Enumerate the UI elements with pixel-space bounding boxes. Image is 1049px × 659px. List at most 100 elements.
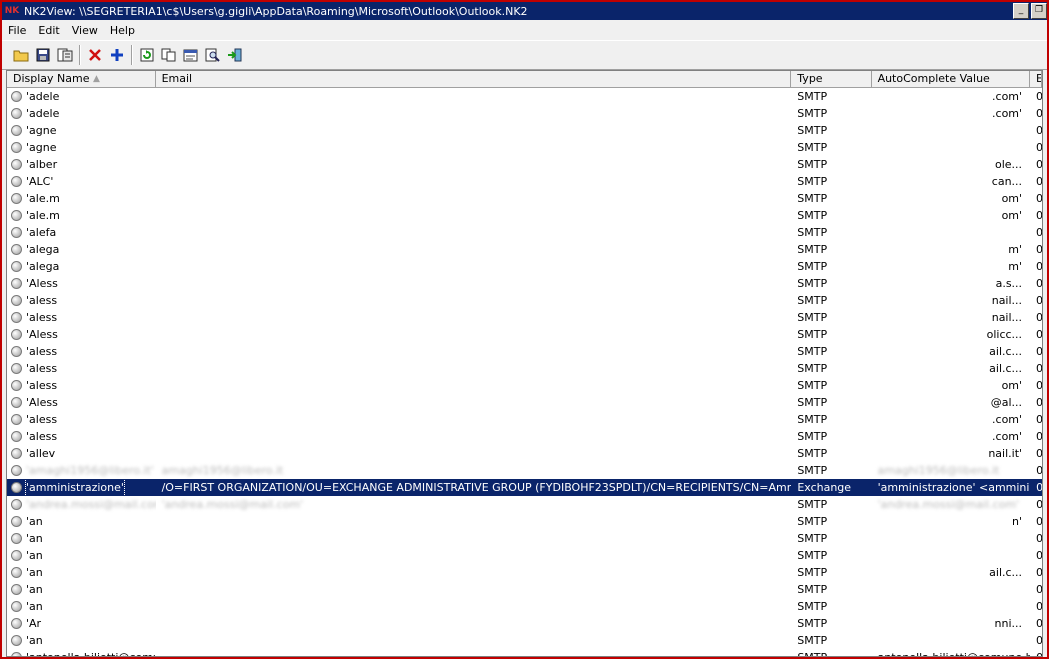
minimize-button[interactable]: _	[1013, 3, 1029, 19]
menu-file[interactable]: File	[2, 24, 32, 37]
table-row[interactable]: 'andrea.mossi@mail.com' 'andrea.mossi@mai…	[7, 496, 1042, 513]
properties-icon[interactable]	[180, 44, 202, 66]
display-name-text: 'ALC'	[26, 175, 54, 188]
extra-cell: 0	[1030, 530, 1042, 547]
table-row[interactable]: 'adele SMTP .com' 0	[7, 88, 1042, 105]
restore-button[interactable]: ❐	[1031, 3, 1047, 19]
type-cell: SMTP	[797, 311, 828, 324]
table-row[interactable]: 'ALC' SMTP can... 0	[7, 173, 1042, 190]
table-row[interactable]: 'ale.m SMTP om' 0	[7, 207, 1042, 224]
table-row[interactable]: 'an SMTP 0	[7, 581, 1042, 598]
email-cell	[156, 292, 792, 309]
table-row[interactable]: 'an SMTP n' 0	[7, 513, 1042, 530]
table-row[interactable]: 'alega SMTP m' 0	[7, 258, 1042, 275]
find-icon[interactable]	[202, 44, 224, 66]
table-row[interactable]: 'Aless SMTP @al... 0	[7, 394, 1042, 411]
table-row[interactable]: 'Aless SMTP olicc... 0	[7, 326, 1042, 343]
display-name-text: 'agne	[26, 141, 57, 154]
toolbar-separator	[131, 45, 133, 65]
extra-cell: 0	[1030, 428, 1042, 445]
autocomplete-cell	[872, 530, 1031, 547]
table-row[interactable]: 'Aless SMTP a.s... 0	[7, 275, 1042, 292]
display-name-cell: 'alega	[7, 241, 156, 258]
display-name-text: 'antonella.biliotti@comu	[26, 649, 156, 656]
type-cell: SMTP	[797, 379, 828, 392]
add-icon[interactable]	[106, 44, 128, 66]
column-header-extra[interactable]: E	[1030, 71, 1042, 87]
menu-view[interactable]: View	[66, 24, 104, 37]
exit-icon[interactable]	[224, 44, 246, 66]
display-name-cell: 'Aless	[7, 275, 156, 292]
table-row[interactable]: 'agne SMTP 0	[7, 122, 1042, 139]
table-row[interactable]: 'an SMTP 0	[7, 598, 1042, 615]
column-header-autocomplete[interactable]: AutoComplete Value	[872, 71, 1031, 87]
column-header-display-name[interactable]: Display Name ▲	[7, 71, 156, 87]
column-header-type[interactable]: Type	[791, 71, 872, 87]
table-row[interactable]: 'amministrazione' /O=FIRST ORGANIZATION/O…	[7, 479, 1042, 496]
table-row[interactable]: 'allev SMTP nail.it' 0	[7, 445, 1042, 462]
list-header: Display Name ▲ Email Type AutoComplete V…	[7, 71, 1042, 88]
table-row[interactable]: 'aless SMTP .com' 0	[7, 411, 1042, 428]
table-row[interactable]: 'alega SMTP m' 0	[7, 241, 1042, 258]
table-row[interactable]: 'amaghi1956@libero.it' amaghi1956@libero.…	[7, 462, 1042, 479]
email-cell	[156, 428, 792, 445]
contact-status-icon	[11, 227, 22, 238]
email-cell	[156, 207, 792, 224]
menu-help[interactable]: Help	[104, 24, 141, 37]
type-cell: SMTP	[797, 634, 828, 647]
copy-icon[interactable]	[158, 44, 180, 66]
type-cell: SMTP	[797, 192, 828, 205]
autocomplete-cell: @al...	[990, 396, 1023, 409]
extra-cell: 0	[1030, 258, 1042, 275]
extra-cell: 0	[1030, 207, 1042, 224]
open-icon[interactable]	[10, 44, 32, 66]
table-row[interactable]: 'an SMTP 0	[7, 530, 1042, 547]
email-cell	[156, 258, 792, 275]
display-name-cell: 'ale.m	[7, 190, 156, 207]
type-cell: Exchange	[791, 479, 872, 496]
autocomplete-cell: ail.c...	[989, 362, 1023, 375]
table-row[interactable]: 'aless SMTP .com' 0	[7, 428, 1042, 445]
table-row[interactable]: 'Ar SMTP nni... 0	[7, 615, 1042, 632]
email-cell	[156, 190, 792, 207]
email-cell	[156, 513, 792, 530]
type-cell: SMTP	[797, 226, 828, 239]
autocomplete-cell: olicc...	[986, 328, 1023, 341]
display-name-text: 'agne	[26, 124, 57, 137]
toolbar-separator	[79, 45, 81, 65]
refresh-icon[interactable]	[136, 44, 158, 66]
list-rows: 'adele SMTP .com' 0 'adele SMTP .com' 0 'agne SMT…	[7, 88, 1042, 656]
table-row[interactable]: 'aless SMTP ail.c... 0	[7, 360, 1042, 377]
delete-icon[interactable]	[84, 44, 106, 66]
extra-cell: 0	[1030, 479, 1042, 496]
table-row[interactable]: 'an SMTP ail.c... 0	[7, 564, 1042, 581]
contact-status-icon	[11, 397, 22, 408]
save-html-icon[interactable]	[54, 44, 76, 66]
column-header-email[interactable]: Email	[156, 71, 792, 87]
table-row[interactable]: 'aless SMTP nail... 0	[7, 292, 1042, 309]
table-row[interactable]: 'adele SMTP .com' 0	[7, 105, 1042, 122]
table-row[interactable]: 'an SMTP 0	[7, 632, 1042, 649]
table-row[interactable]: 'alber SMTP ole... 0	[7, 156, 1042, 173]
table-row[interactable]: 'agne SMTP 0	[7, 139, 1042, 156]
email-cell	[156, 649, 792, 656]
email-cell	[156, 224, 792, 241]
contacts-list[interactable]: Display Name ▲ Email Type AutoComplete V…	[6, 70, 1043, 657]
type-cell: SMTP	[797, 345, 828, 358]
save-icon[interactable]	[32, 44, 54, 66]
table-row[interactable]: 'antonella.biliotti@comu SMTPantonella.bi…	[7, 649, 1042, 656]
email-cell: 'andrea.mossi@mail.com'	[161, 498, 304, 511]
autocomplete-cell: .com'	[992, 430, 1023, 443]
table-row[interactable]: 'aless SMTP om' 0	[7, 377, 1042, 394]
table-row[interactable]: 'an SMTP 0	[7, 547, 1042, 564]
email-cell	[156, 241, 792, 258]
autocomplete-cell: m'	[1008, 243, 1023, 256]
display-name-text: 'an	[26, 600, 43, 613]
table-row[interactable]: 'ale.m SMTP om' 0	[7, 190, 1042, 207]
menu-edit[interactable]: Edit	[32, 24, 65, 37]
table-row[interactable]: 'aless SMTP ail.c... 0	[7, 343, 1042, 360]
table-row[interactable]: 'aless SMTP nail... 0	[7, 309, 1042, 326]
table-row[interactable]: 'alefa SMTP 0	[7, 224, 1042, 241]
email-cell	[156, 105, 792, 122]
autocomplete-cell: a.s...	[995, 277, 1023, 290]
